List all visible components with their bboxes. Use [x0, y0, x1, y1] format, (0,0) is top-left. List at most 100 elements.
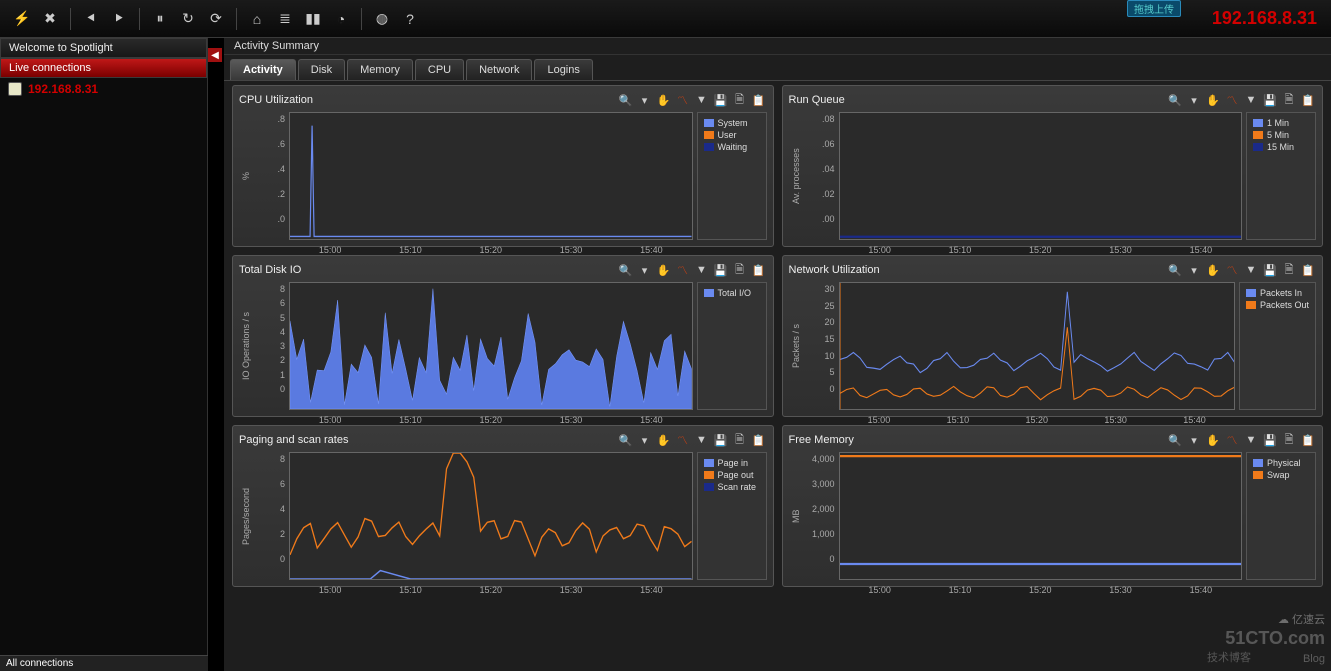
copy-icon[interactable]: 📋	[751, 92, 767, 108]
chevron-down-icon[interactable]: ▾	[637, 262, 653, 278]
home-icon[interactable]: ⌂	[245, 7, 269, 31]
panel-title: Network Utilization	[789, 264, 880, 276]
tab-network[interactable]: Network	[466, 59, 532, 80]
upload-tag[interactable]: 拖拽上传	[1127, 0, 1181, 17]
pause-icon[interactable]: ⏸	[148, 7, 172, 31]
chart-legend: SystemUserWaiting	[697, 112, 767, 240]
globe-icon[interactable]: ◍	[370, 7, 394, 31]
copy-icon[interactable]: 📋	[751, 262, 767, 278]
save2-icon[interactable]: 🗎	[1281, 92, 1297, 108]
plug-icon[interactable]: ⚡	[10, 7, 34, 31]
zoom-icon[interactable]: 🔍	[618, 432, 634, 448]
legend-item: Total I/O	[704, 287, 760, 299]
disconnect-icon[interactable]: ✖	[38, 7, 62, 31]
copy-icon[interactable]: 📋	[751, 432, 767, 448]
bars-icon[interactable]: ▮▮	[301, 7, 325, 31]
save-icon[interactable]: 💾	[1262, 432, 1278, 448]
panel-tools: 🔍▾✋〽▼💾🗎📋	[1167, 92, 1316, 108]
chart-icon[interactable]: 〽	[1224, 262, 1240, 278]
y-tick-labels: 4,0003,0002,0001,0000	[807, 452, 835, 580]
all-connections-bar[interactable]: All connections	[0, 655, 208, 671]
tab-cpu[interactable]: CPU	[415, 59, 464, 80]
filter-icon[interactable]: ▼	[1243, 262, 1259, 278]
zoom-icon[interactable]: 🔍	[618, 92, 634, 108]
panel-disk: Total Disk IO 🔍▾✋〽▼💾🗎📋 IO Operations / s…	[232, 255, 774, 417]
filter-icon[interactable]: ▼	[694, 92, 710, 108]
help-icon[interactable]: ?	[398, 7, 422, 31]
chart-plot[interactable]: 15:0015:1015:2015:3015:40	[839, 282, 1235, 410]
copy-icon[interactable]: 📋	[1300, 92, 1316, 108]
filter-icon[interactable]: ▼	[1243, 92, 1259, 108]
hand-icon[interactable]: ✋	[1205, 432, 1221, 448]
panel-page: Paging and scan rates 🔍▾✋〽▼💾🗎📋 Pages/sec…	[232, 425, 774, 587]
connection-item[interactable]: 192.168.8.31	[0, 78, 207, 100]
chart-icon[interactable]: 〽	[675, 262, 691, 278]
hand-icon[interactable]: ✋	[656, 262, 672, 278]
chevron-down-icon[interactable]: ▾	[637, 432, 653, 448]
back-icon[interactable]: ⯇	[79, 7, 103, 31]
chart-icon[interactable]: 〽	[1224, 432, 1240, 448]
save2-icon[interactable]: 🗎	[1281, 432, 1297, 448]
copy-icon[interactable]: 📋	[1300, 262, 1316, 278]
chart-legend: Total I/O	[697, 282, 767, 410]
save-icon[interactable]: 💾	[1262, 92, 1278, 108]
panel-tools: 🔍▾✋〽▼💾🗎📋	[618, 432, 767, 448]
zoom-icon[interactable]: 🔍	[1167, 92, 1183, 108]
welcome-header[interactable]: Welcome to Spotlight	[0, 38, 207, 58]
save-icon[interactable]: 💾	[713, 262, 729, 278]
hand-icon[interactable]: ✋	[1205, 262, 1221, 278]
save-icon[interactable]: 💾	[713, 92, 729, 108]
save-icon[interactable]: 💾	[1262, 262, 1278, 278]
filter-icon[interactable]: ▼	[1243, 432, 1259, 448]
zoom-icon[interactable]: 🔍	[618, 262, 634, 278]
left-panel: Welcome to Spotlight Live connections 19…	[0, 38, 208, 671]
chart-legend: 1 Min5 Min15 Min	[1246, 112, 1316, 240]
zoom-icon[interactable]: 🔍	[1167, 262, 1183, 278]
filter-icon[interactable]: ▼	[694, 432, 710, 448]
y-axis-label: Packets / s	[789, 282, 803, 410]
filter-icon[interactable]: ▼	[694, 262, 710, 278]
x-tick-labels: 15:0015:1015:2015:3015:40	[840, 245, 1242, 255]
y-axis-label: IO Operations / s	[239, 282, 253, 410]
refresh-icon[interactable]: ↻	[176, 7, 200, 31]
chart-plot[interactable]: 15:0015:1015:2015:3015:40	[839, 452, 1243, 580]
chart-plot[interactable]: 15:0015:1015:2015:3015:40	[289, 282, 693, 410]
chevron-down-icon[interactable]: ▾	[1186, 92, 1202, 108]
chart-icon[interactable]: 〽	[675, 92, 691, 108]
chart-icon[interactable]: 〽	[675, 432, 691, 448]
chart-plot[interactable]: 15:0015:1015:2015:3015:40	[289, 452, 693, 580]
forward-icon[interactable]: ⯈	[107, 7, 131, 31]
chevron-down-icon[interactable]: ▾	[1186, 432, 1202, 448]
zoom-icon[interactable]: 🔍	[1167, 432, 1183, 448]
chart-plot[interactable]: 15:0015:1015:2015:3015:40	[289, 112, 693, 240]
tab-logins[interactable]: Logins	[534, 59, 592, 80]
chevron-down-icon[interactable]: ▾	[637, 92, 653, 108]
save2-icon[interactable]: 🗎	[732, 262, 748, 278]
db-icon[interactable]: ◔	[329, 7, 353, 31]
tab-activity[interactable]: Activity	[230, 59, 296, 80]
linux-icon	[8, 82, 22, 96]
save2-icon[interactable]: 🗎	[732, 92, 748, 108]
legend-item: Physical	[1253, 457, 1309, 469]
legend-item: Swap	[1253, 469, 1309, 481]
breadcrumb: Activity Summary	[224, 38, 1331, 55]
chevron-down-icon[interactable]: ▾	[1186, 262, 1202, 278]
tab-memory[interactable]: Memory	[347, 59, 413, 80]
reload-icon[interactable]: ⟳	[204, 7, 228, 31]
collapse-left-icon[interactable]: ◀	[208, 48, 222, 62]
save2-icon[interactable]: 🗎	[1281, 262, 1297, 278]
panel-tools: 🔍▾✋〽▼💾🗎📋	[1167, 262, 1316, 278]
hand-icon[interactable]: ✋	[1205, 92, 1221, 108]
chart-plot[interactable]: 15:0015:1015:2015:3015:40	[839, 112, 1243, 240]
copy-icon[interactable]: 📋	[1300, 432, 1316, 448]
save-icon[interactable]: 💾	[713, 432, 729, 448]
chart-icon[interactable]: 〽	[1224, 92, 1240, 108]
live-connections-header[interactable]: Live connections	[0, 58, 207, 78]
tab-disk[interactable]: Disk	[298, 59, 345, 80]
panel-net: Network Utilization 🔍▾✋〽▼💾🗎📋 Packets / s…	[782, 255, 1324, 417]
save2-icon[interactable]: 🗎	[732, 432, 748, 448]
hand-icon[interactable]: ✋	[656, 92, 672, 108]
y-axis-label: MB	[789, 452, 803, 580]
list-icon[interactable]: ≣	[273, 7, 297, 31]
hand-icon[interactable]: ✋	[656, 432, 672, 448]
